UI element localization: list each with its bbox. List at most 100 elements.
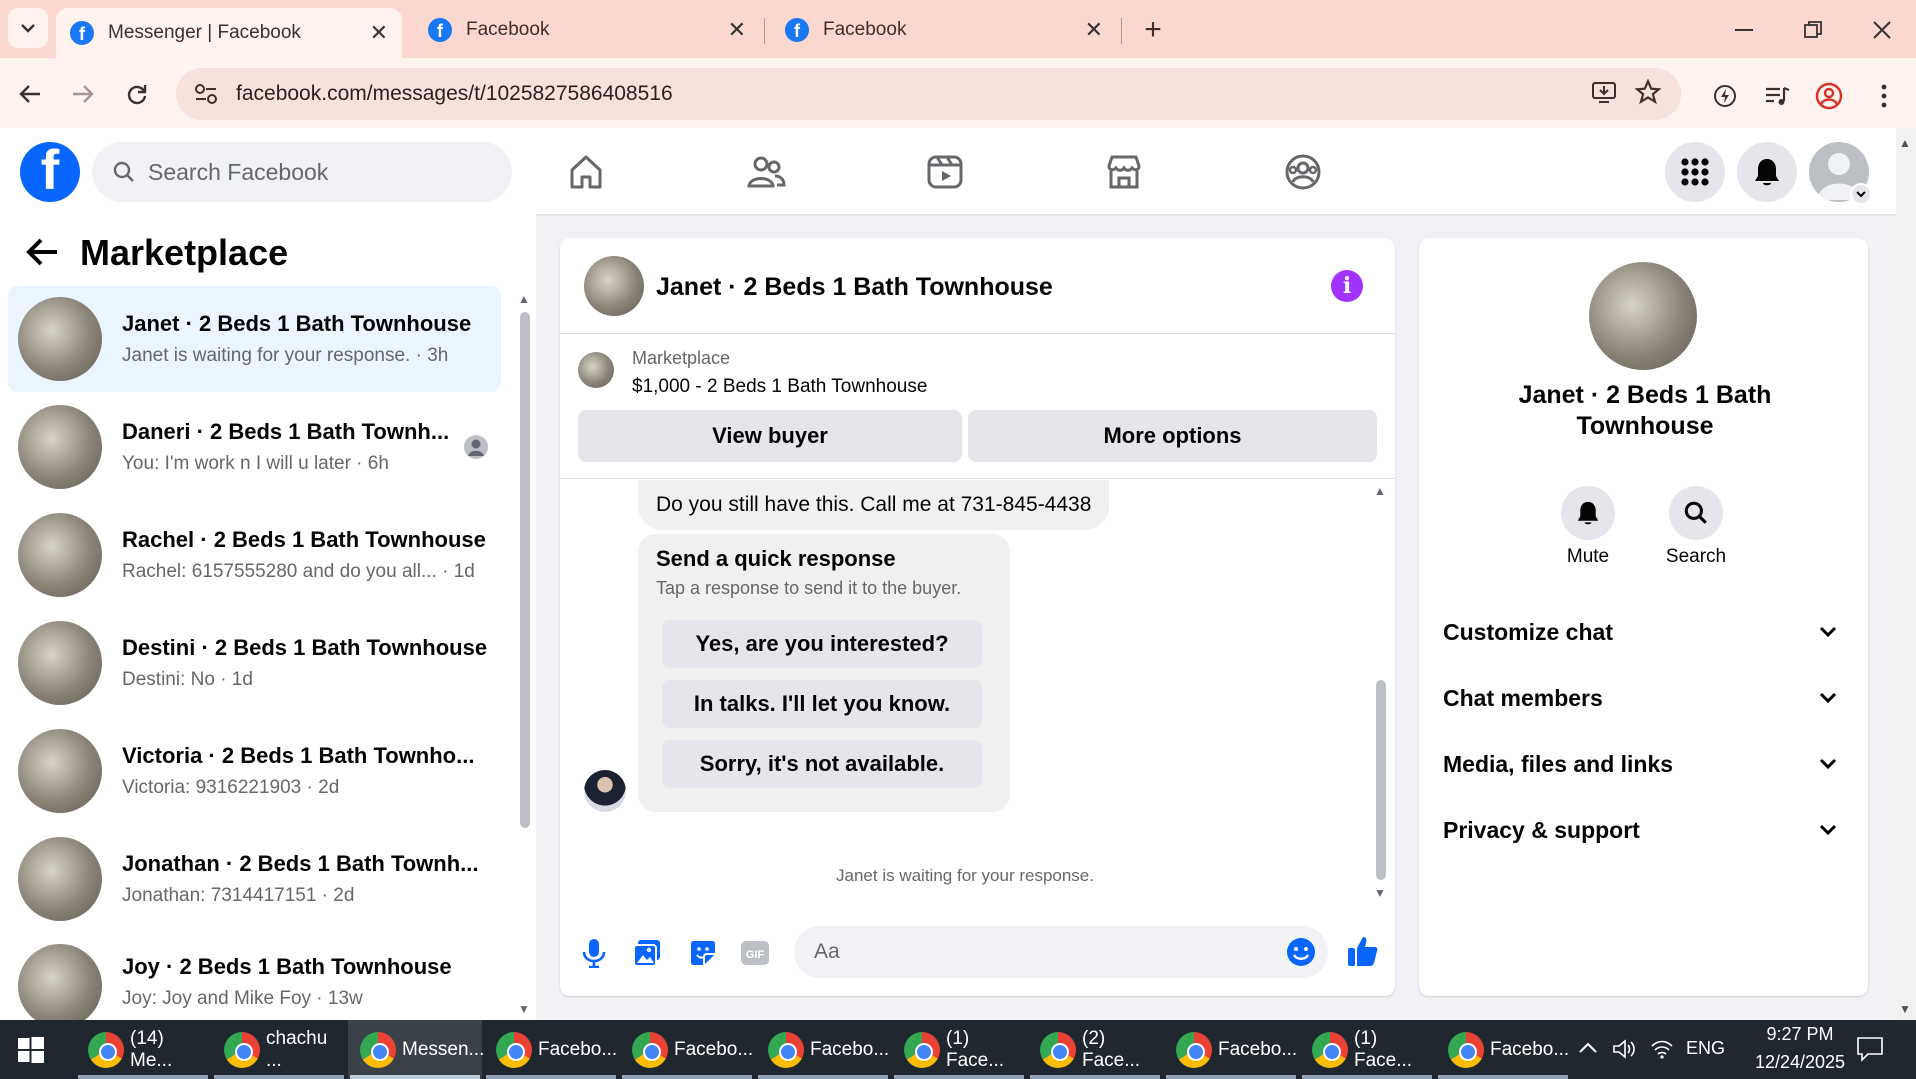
notification-center-icon[interactable] bbox=[1856, 1036, 1884, 1062]
facebook-logo[interactable]: f bbox=[20, 142, 80, 202]
address-bar[interactable]: facebook.com/messages/t/1025827586408516 bbox=[176, 68, 1681, 120]
microphone-icon[interactable] bbox=[580, 938, 608, 968]
taskbar-chrome-window[interactable]: (1) Face... bbox=[892, 1020, 1026, 1079]
marketplace-icon[interactable] bbox=[1102, 150, 1146, 194]
restore-icon[interactable] bbox=[1793, 10, 1833, 50]
chat-header-avatar[interactable] bbox=[584, 256, 644, 316]
taskbar-chrome-window[interactable]: Facebo... bbox=[620, 1020, 754, 1079]
taskbar-chrome-window[interactable]: Facebo... bbox=[756, 1020, 890, 1079]
volume-icon[interactable] bbox=[1612, 1038, 1636, 1060]
back-icon[interactable] bbox=[10, 74, 50, 114]
info-icon[interactable]: i bbox=[1331, 270, 1363, 302]
conversation-item[interactable]: Janet · 2 Beds 1 Bath Townhouse Janet is… bbox=[8, 286, 501, 392]
conversation-item[interactable]: Jonathan · 2 Beds 1 Bath Townh... Jonath… bbox=[8, 826, 501, 932]
quick-response-not-available-button[interactable]: Sorry, it's not available. bbox=[662, 740, 982, 788]
tab-title: Facebook bbox=[823, 19, 907, 40]
reload-icon[interactable] bbox=[117, 74, 157, 114]
listing-thumbnail[interactable] bbox=[578, 352, 614, 388]
sticker-icon[interactable] bbox=[688, 938, 718, 968]
quick-response-in-talks-button[interactable]: In talks. I'll let you know. bbox=[662, 680, 982, 728]
taskbar-chrome-window[interactable]: Facebo... bbox=[1436, 1020, 1570, 1079]
groups-icon[interactable] bbox=[1281, 150, 1325, 194]
gif-icon[interactable]: GIF bbox=[740, 940, 770, 966]
media-controls-icon[interactable] bbox=[1757, 76, 1797, 116]
incoming-message-bubble[interactable]: Do you still have this. Call me at 731-8… bbox=[638, 480, 1110, 530]
account-chevron-icon[interactable] bbox=[1850, 183, 1872, 205]
list-scrollbar-thumb[interactable] bbox=[520, 312, 530, 828]
listing-title[interactable]: $1,000 - 2 Beds 1 Bath Townhouse bbox=[632, 376, 927, 398]
emoji-icon[interactable] bbox=[1286, 937, 1316, 967]
quick-response-yes-button[interactable]: Yes, are you interested? bbox=[662, 620, 982, 668]
privacy-support-section[interactable]: Privacy & support bbox=[1443, 810, 1843, 850]
close-tab-icon[interactable]: ✕ bbox=[1085, 17, 1103, 43]
page-scroll-up-icon[interactable]: ▲ bbox=[1899, 136, 1911, 150]
taskbar-indicator bbox=[1438, 1075, 1568, 1079]
site-info-icon[interactable] bbox=[190, 83, 222, 105]
clock-time[interactable]: 9:27 PM bbox=[1740, 1024, 1860, 1045]
taskbar-chrome-window[interactable]: (14) Me... bbox=[76, 1020, 210, 1079]
details-avatar[interactable] bbox=[1589, 262, 1697, 370]
photo-icon[interactable] bbox=[632, 938, 662, 968]
page-scroll-down-icon[interactable]: ▼ bbox=[1899, 1002, 1911, 1016]
profile-icon[interactable] bbox=[1809, 76, 1849, 116]
minimize-icon[interactable] bbox=[1724, 10, 1764, 50]
conversation-item[interactable]: Daneri · 2 Beds 1 Bath Townh... You: I'm… bbox=[8, 394, 501, 500]
taskbar-indicator bbox=[1030, 1075, 1160, 1079]
menu-grid-button[interactable] bbox=[1665, 142, 1725, 202]
new-tab-button[interactable]: + bbox=[1133, 10, 1173, 50]
mute-button[interactable] bbox=[1561, 486, 1615, 540]
more-options-button[interactable]: More options bbox=[968, 410, 1377, 462]
wifi-icon[interactable] bbox=[1650, 1038, 1674, 1060]
sender-avatar[interactable] bbox=[584, 770, 626, 812]
language-indicator[interactable]: ENG bbox=[1686, 1038, 1725, 1059]
view-buyer-button[interactable]: View buyer bbox=[578, 410, 962, 462]
friends-icon[interactable] bbox=[744, 150, 788, 194]
facebook-search-input[interactable]: Search Facebook bbox=[92, 142, 512, 202]
media-files-links-section[interactable]: Media, files and links bbox=[1443, 744, 1843, 784]
conversation-item[interactable]: Rachel · 2 Beds 1 Bath Townhouse Rachel:… bbox=[8, 502, 501, 608]
chat-scroll-up-icon[interactable]: ▲ bbox=[1374, 484, 1386, 498]
install-app-icon[interactable] bbox=[1591, 80, 1617, 109]
message-input[interactable]: Aa bbox=[794, 926, 1328, 978]
windows-start-icon[interactable] bbox=[18, 1037, 44, 1063]
close-window-icon[interactable] bbox=[1862, 10, 1902, 50]
bell-icon bbox=[1577, 501, 1599, 525]
back-arrow-button[interactable] bbox=[24, 236, 64, 276]
conversation-item[interactable]: Destini · 2 Beds 1 Bath Townhouse Destin… bbox=[8, 610, 501, 716]
chat-scroll-down-icon[interactable]: ▼ bbox=[1374, 886, 1386, 900]
taskbar-chrome-window[interactable]: (2) Face... bbox=[1028, 1020, 1162, 1079]
customize-chat-section[interactable]: Customize chat bbox=[1443, 612, 1843, 652]
taskbar-chrome-window[interactable]: (1) Face... bbox=[1300, 1020, 1434, 1079]
clock-date[interactable]: 12/24/2025 bbox=[1740, 1052, 1860, 1073]
extension-icon[interactable] bbox=[1705, 76, 1745, 116]
video-icon[interactable] bbox=[923, 150, 967, 194]
forward-icon[interactable] bbox=[63, 74, 103, 114]
list-scroll-up-icon[interactable]: ▲ bbox=[518, 292, 530, 306]
conversation-item[interactable]: Victoria · 2 Beds 1 Bath Townho... Victo… bbox=[8, 718, 501, 824]
chat-title[interactable]: Janet · 2 Beds 1 Bath Townhouse bbox=[656, 273, 1053, 302]
tab-facebook-1[interactable]: f Facebook ✕ bbox=[414, 8, 760, 52]
chevron-up-icon[interactable] bbox=[1578, 1042, 1598, 1054]
taskbar-chrome-window-active[interactable]: Messen... bbox=[348, 1020, 484, 1079]
taskbar-chrome-window[interactable]: Facebo... bbox=[1164, 1020, 1298, 1079]
tab-messenger[interactable]: f Messenger | Facebook ✕ bbox=[56, 8, 402, 58]
notifications-button[interactable] bbox=[1737, 142, 1797, 202]
search-conversation-button[interactable] bbox=[1669, 486, 1723, 540]
bookmark-star-icon[interactable] bbox=[1634, 77, 1662, 110]
list-scroll-down-icon[interactable]: ▼ bbox=[518, 1002, 530, 1016]
home-icon[interactable] bbox=[564, 150, 608, 194]
conversation-item[interactable]: Joy · 2 Beds 1 Bath Townhouse Joy: Joy a… bbox=[8, 934, 501, 1020]
taskbar-chrome-window[interactable]: chachu ... bbox=[212, 1020, 346, 1079]
tab-search-icon[interactable] bbox=[8, 8, 48, 48]
chat-members-section[interactable]: Chat members bbox=[1443, 678, 1843, 718]
tab-facebook-2[interactable]: f Facebook ✕ bbox=[771, 8, 1117, 52]
arrow-left-icon bbox=[26, 238, 57, 266]
chrome-menu-icon[interactable] bbox=[1864, 76, 1904, 116]
chat-scrollbar-thumb[interactable] bbox=[1376, 680, 1386, 880]
page-scrollbar[interactable] bbox=[1896, 128, 1916, 1020]
close-tab-icon[interactable]: ✕ bbox=[728, 17, 746, 43]
conversation-name: Jonathan · 2 Beds 1 Bath Townh... bbox=[122, 851, 479, 876]
taskbar-chrome-window[interactable]: Facebo... bbox=[484, 1020, 618, 1079]
thumbs-up-icon[interactable] bbox=[1346, 934, 1380, 968]
close-tab-icon[interactable]: ✕ bbox=[370, 20, 388, 46]
